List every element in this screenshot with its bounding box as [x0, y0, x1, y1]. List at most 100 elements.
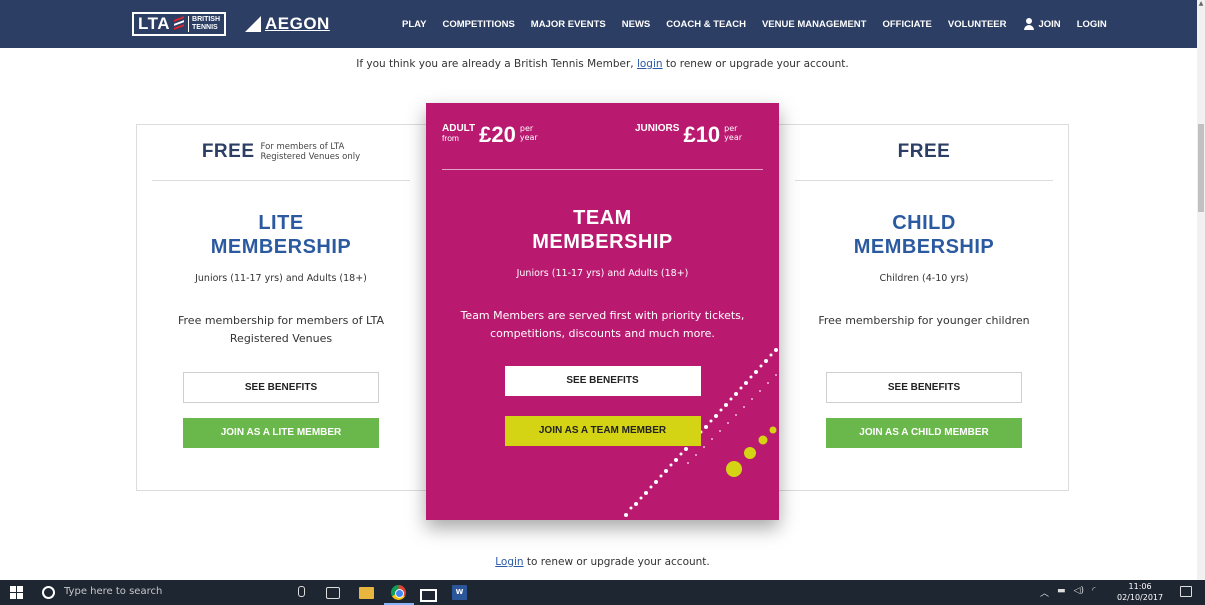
scrollbar-thumb[interactable] [1198, 124, 1204, 212]
logo-british: BRITISH [192, 16, 221, 23]
nav-item-major-events[interactable]: MAJOR EVENTS [531, 19, 606, 30]
adult-per-year: per year [520, 124, 538, 142]
child-divider [795, 180, 1053, 181]
battery-icon[interactable]: ▬ [1057, 586, 1066, 599]
join-team-member-button[interactable]: JOIN AS A TEAM MEMBER [504, 416, 701, 446]
task-view-icon[interactable] [326, 587, 340, 599]
adult-price-block: ADULT from £20 per year [442, 124, 538, 146]
juniors-price-block: JUNIORS £10 per year [635, 124, 742, 146]
child-title-line-2: MEMBERSHIP [853, 236, 995, 258]
adult-label: ADULT from [442, 124, 475, 143]
aegon-logo[interactable]: AEGON [245, 14, 330, 34]
nav-item-officiate[interactable]: OFFICIATE [882, 19, 931, 30]
juniors-per-year: per year [724, 124, 742, 142]
team-price-row: ADULT from £20 per year JUNIORS £10 per … [426, 103, 779, 169]
lite-title-line-1: LITE [258, 212, 304, 234]
clock-time: 11:06 [1128, 582, 1152, 591]
team-membership-card: ADULT from £20 per year JUNIORS £10 per … [426, 103, 779, 520]
juniors-year: year [724, 133, 743, 142]
file-explorer-icon[interactable] [359, 587, 374, 599]
nav-item-login[interactable]: LOGIN [1077, 19, 1107, 30]
cortana-search-icon[interactable] [42, 586, 55, 599]
team-divider [442, 169, 763, 170]
lite-divider [152, 180, 410, 181]
child-subtitle: Children (4-10 yrs) [879, 273, 969, 284]
join-child-member-button[interactable]: JOIN AS A CHILD MEMBER [826, 418, 1022, 448]
british-tennis-logo-text: BRITISH TENNIS [188, 16, 220, 32]
page: LTA BRITISH TENNIS AEGON PLAY COMPETITIO… [0, 0, 1205, 605]
adult-from-text: from [442, 133, 459, 143]
nav-item-play[interactable]: PLAY [402, 19, 426, 30]
child-price-row: FREE [779, 124, 1069, 180]
user-icon [1023, 18, 1035, 30]
windows-taskbar: Type here to search W ︿ ▬ ◁) ◜ 11:06 02/… [0, 580, 1205, 605]
word-icon[interactable]: W [452, 585, 467, 600]
child-membership-card: FREE CHILD MEMBERSHIP Children (4-10 yrs… [779, 124, 1069, 448]
bottom-login-link[interactable]: Login [495, 556, 523, 568]
store-icon[interactable] [419, 585, 437, 602]
join-lite-member-button[interactable]: JOIN AS A LITE MEMBER [183, 418, 379, 448]
juniors-per: per [724, 124, 738, 133]
lite-title: LITE MEMBERSHIP [136, 211, 426, 259]
nav-item-venue-management[interactable]: VENUE MANAGEMENT [762, 19, 867, 30]
lta-logo-box: LTA BRITISH TENNIS [132, 12, 227, 36]
notifications-icon[interactable] [1180, 586, 1192, 597]
taskbar-clock[interactable]: 11:06 02/10/2017 [1117, 581, 1163, 603]
nav-menu: PLAY COMPETITIONS MAJOR EVENTS NEWS COAC… [402, 0, 1123, 48]
lite-title-line-2: MEMBERSHIP [210, 236, 352, 258]
chrome-icon[interactable] [391, 585, 406, 600]
team-title-line-2: MEMBERSHIP [532, 231, 673, 253]
child-title: CHILD MEMBERSHIP [779, 211, 1069, 259]
login-link[interactable]: login [637, 58, 663, 70]
windows-start-icon[interactable] [10, 586, 23, 599]
renew-message: Login to renew or upgrade your account. [0, 556, 1205, 568]
nav-item-volunteer[interactable]: VOLUNTEER [948, 19, 1007, 30]
nav-item-competitions[interactable]: COMPETITIONS [442, 19, 514, 30]
join-label: JOIN [1038, 18, 1061, 30]
scroll-up-arrow-icon[interactable]: ▲ [1197, 0, 1205, 10]
adult-per: per [519, 124, 534, 133]
aegon-mark-icon [245, 16, 261, 32]
lta-british-tennis-logo[interactable]: LTA BRITISH TENNIS [132, 12, 227, 36]
already-member-message: If you think you are already a British T… [0, 58, 1205, 70]
microphone-icon[interactable] [293, 585, 308, 600]
logo-tennis: TENNIS [192, 24, 218, 31]
child-price: FREE [897, 141, 951, 162]
adult-price: £20 [479, 122, 516, 147]
child-see-benefits-button[interactable]: SEE BENEFITS [826, 372, 1022, 403]
team-see-benefits-button[interactable]: SEE BENEFITS [504, 366, 701, 396]
team-description: Team Members are served first with prior… [460, 309, 745, 340]
already-member-text: If you think you are already a British T… [356, 58, 637, 70]
child-title-line-1: CHILD [892, 212, 956, 234]
team-subtitle: Juniors (11-17 yrs) and Adults (18+) [516, 268, 689, 279]
lite-membership-card: FREE For members of LTA Registered Venue… [136, 124, 426, 448]
wifi-icon[interactable]: ◜ [1092, 586, 1096, 599]
lite-price-row: FREE For members of LTA Registered Venue… [136, 124, 426, 180]
team-title-line-1: TEAM [573, 207, 632, 229]
lite-price-note-line-2: Registered Venues only [260, 152, 361, 162]
nav-item-news[interactable]: NEWS [622, 19, 651, 30]
lite-price: FREE [201, 141, 255, 162]
lite-see-benefits-button[interactable]: SEE BENEFITS [183, 372, 379, 403]
renew-text: to renew or upgrade your account. [523, 556, 710, 568]
adult-year: year [519, 133, 538, 142]
top-navigation: LTA BRITISH TENNIS AEGON PLAY COMPETITIO… [0, 0, 1197, 48]
tray-chevron-up-icon[interactable]: ︿ [1040, 586, 1049, 599]
clock-date: 02/10/2017 [1117, 593, 1164, 602]
nav-item-coach-teach[interactable]: COACH & TEACH [666, 19, 746, 30]
system-tray: ︿ ▬ ◁) ◜ [1040, 586, 1095, 599]
lite-price-note-line-1: For members of LTA [260, 142, 345, 152]
juniors-price: £10 [683, 122, 721, 147]
lite-subtitle: Juniors (11-17 yrs) and Adults (18+) [195, 273, 367, 284]
page-scrollbar[interactable]: ▲ [1197, 0, 1205, 580]
child-description: Free membership for younger children [818, 314, 1030, 327]
team-title: TEAM MEMBERSHIP [426, 206, 779, 254]
lta-logo-text: LTA [138, 14, 171, 33]
juniors-label: JUNIORS [635, 123, 680, 134]
nav-item-join[interactable]: JOIN [1023, 18, 1061, 30]
lite-price-note: For members of LTA Registered Venues onl… [261, 142, 361, 162]
lite-description: Free membership for members of LTA Regis… [178, 314, 384, 345]
aegon-logo-text: AEGON [265, 14, 330, 33]
volume-icon[interactable]: ◁) [1074, 586, 1084, 599]
taskbar-search-box[interactable]: Type here to search [64, 586, 162, 597]
